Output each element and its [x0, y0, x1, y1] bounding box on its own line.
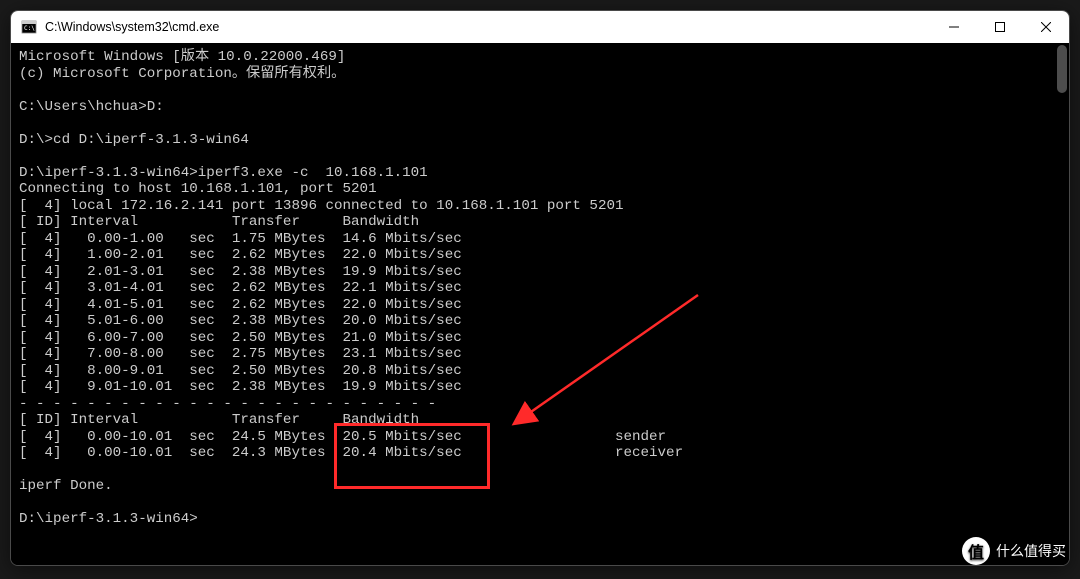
maximize-button[interactable] [977, 11, 1023, 43]
output-line: [ 4] 0.00-10.01 sec 24.5 MBytes 20.5 Mbi… [19, 429, 666, 445]
output-line: [ 4] 6.00-7.00 sec 2.50 MBytes 21.0 Mbit… [19, 330, 462, 346]
output-line: [ 4] 2.01-3.01 sec 2.38 MBytes 19.9 Mbit… [19, 264, 462, 280]
vertical-scrollbar[interactable] [1055, 43, 1069, 565]
output-line: [ 4] 4.01-5.01 sec 2.62 MBytes 22.0 Mbit… [19, 297, 462, 313]
output-line: C:\Users\hchua>D: [19, 99, 164, 115]
cmd-icon: C:\ [21, 19, 37, 35]
window-title: C:\Windows\system32\cmd.exe [45, 20, 931, 34]
output-line: [ ID] Interval Transfer Bandwidth [19, 412, 419, 428]
output-line: [ 4] 9.01-10.01 sec 2.38 MBytes 19.9 Mbi… [19, 379, 462, 395]
svg-text:C:\: C:\ [24, 25, 35, 32]
output-line: - - - - - - - - - - - - - - - - - - - - … [19, 396, 436, 412]
output-line: [ 4] 1.00-2.01 sec 2.62 MBytes 22.0 Mbit… [19, 247, 462, 263]
command-prompt-window: C:\ C:\Windows\system32\cmd.exe Microsof… [10, 10, 1070, 566]
output-line: [ 4] 7.00-8.00 sec 2.75 MBytes 23.1 Mbit… [19, 346, 462, 362]
window-controls [931, 11, 1069, 43]
output-line: [ 4] 3.01-4.01 sec 2.62 MBytes 22.1 Mbit… [19, 280, 462, 296]
watermark-text: 什么值得买 [996, 541, 1066, 561]
output-line: [ 4] 5.01-6.00 sec 2.38 MBytes 20.0 Mbit… [19, 313, 462, 329]
output-line: [ 4] 8.00-9.01 sec 2.50 MBytes 20.8 Mbit… [19, 363, 462, 379]
output-line: [ 4] local 172.16.2.141 port 13896 conne… [19, 198, 624, 214]
minimize-button[interactable] [931, 11, 977, 43]
prompt-line: D:\iperf-3.1.3-win64> [19, 511, 198, 527]
titlebar[interactable]: C:\ C:\Windows\system32\cmd.exe [11, 11, 1069, 43]
output-line: [ 4] 0.00-10.01 sec 24.3 MBytes 20.4 Mbi… [19, 445, 683, 461]
output-line: D:\>cd D:\iperf-3.1.3-win64 [19, 132, 249, 148]
output-line: [ ID] Interval Transfer Bandwidth [19, 214, 419, 230]
terminal-output[interactable]: Microsoft Windows [版本 10.0.22000.469] (c… [11, 43, 1069, 565]
watermark-badge: 值 [962, 537, 990, 565]
output-line: D:\iperf-3.1.3-win64>iperf3.exe -c 10.16… [19, 165, 428, 181]
watermark: 值 什么值得买 [962, 537, 1066, 565]
scrollbar-thumb[interactable] [1057, 45, 1067, 93]
output-line: Connecting to host 10.168.1.101, port 52… [19, 181, 377, 197]
output-line: (c) Microsoft Corporation。保留所有权利。 [19, 66, 345, 82]
output-line: iperf Done. [19, 478, 113, 494]
output-line: [ 4] 0.00-1.00 sec 1.75 MBytes 14.6 Mbit… [19, 231, 462, 247]
close-button[interactable] [1023, 11, 1069, 43]
output-line: Microsoft Windows [版本 10.0.22000.469] [19, 49, 345, 65]
